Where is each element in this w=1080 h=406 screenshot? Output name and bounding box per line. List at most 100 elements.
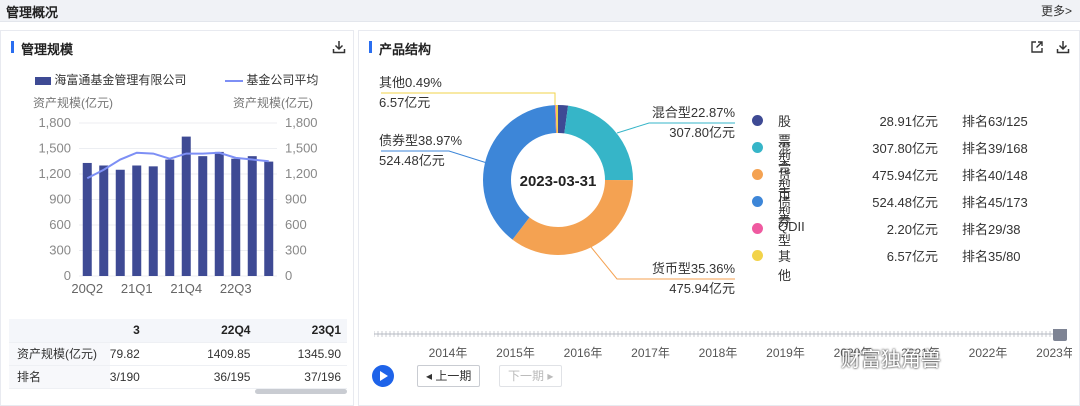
section-header: 管理概况 更多> [0,0,1080,22]
timeline-year-label: 2022年 [969,346,1008,360]
legend-dot-icon [752,142,763,153]
legend-dot-icon [752,196,763,207]
section-title: 管理概况 [6,5,59,20]
y-tick-left: 1,200 [38,166,71,181]
callout-label: 债券型38.97% [379,133,463,148]
table-cell: 79.82 [109,342,146,366]
table-header-cell [9,319,110,343]
table-row: 资产规模(亿元) 79.82 1409.85 1345.90 [9,342,347,366]
table-cell: 1345.90 [256,342,347,366]
timeline[interactable]: 2014年 2015年 2016年 2017年 2018年 2019年 2020年 2021年… [374,329,1072,369]
y-tick-right: 1,800 [285,115,318,130]
legend-item-rank: 排名35/80 [962,249,1021,264]
table-row: 排名 3/190 36/195 37/196 [9,365,347,389]
legend-bar-label: 海富通基金管理有限公司 [54,73,187,87]
bar [231,158,241,276]
y-tick-left: 900 [49,192,71,207]
legend-item-value: 6.57亿元 [886,249,938,264]
y-tick-right: 0 [285,268,292,283]
donut-slice [564,105,633,181]
legend-line-label: 基金公司平均 [246,73,319,87]
y-tick-right: 300 [285,243,307,258]
callout-label: 524.48亿元 [379,153,445,168]
more-link[interactable]: 更多> [1041,2,1072,19]
y-tick-left: 0 [64,268,71,283]
callout-label: 6.57亿元 [379,95,430,110]
next-period-label: 下一期 [508,369,545,383]
callout-label: 其他0.49% [379,75,442,90]
bar [99,165,109,276]
bar [264,161,274,276]
table-cell: 资产规模(亿元) [9,342,110,366]
table-header-cell: 22Q4 [145,319,257,343]
panel-title-structure: 产品结构 [369,39,431,58]
table-cell: 36/195 [145,365,257,389]
open-external-icon[interactable] [1029,39,1045,55]
legend-item-rank: 排名45/173 [962,195,1028,210]
timeline-year-label: 2015年 [496,346,535,360]
next-period-button[interactable]: 下一期 ▸ [499,365,563,387]
legend-dot-icon [752,115,763,126]
legend-item-rank: 排名39/168 [962,141,1028,156]
x-tick-label: 21Q4 [170,281,202,296]
y-tick-left: 600 [49,217,71,232]
watermark: 财富独角兽 [841,349,941,371]
legend-item-rank: 排名40/148 [962,168,1028,183]
legend-dot-icon [752,250,763,261]
callout-label: 混合型22.87% [652,105,736,120]
legend-item-value: 524.48亿元 [872,195,938,210]
legend-line-swatch [225,79,243,82]
timeline-year-label: 2019年 [766,346,805,360]
legend-dot-icon [752,169,763,180]
legend-item-value: 475.94亿元 [872,168,938,183]
legend-item-rank: 排名63/125 [962,114,1028,129]
bar [181,136,191,276]
table-header-cell: 3 [109,319,146,343]
y-tick-left: 1,500 [38,141,71,156]
bar [198,156,208,276]
table-scrollbar[interactable] [255,389,347,394]
y-tick-right: 900 [285,192,307,207]
y-tick-left: 1,800 [38,115,71,130]
legend-bar[interactable]: 海富通基金管理有限公司 [35,71,186,88]
bar [115,169,125,276]
bar [132,165,142,276]
play-button[interactable] [372,365,394,387]
download-icon[interactable] [1055,39,1071,55]
x-tick-label: 22Q3 [220,281,252,296]
donut-slice [512,180,633,256]
y-tick-right: 1,200 [285,166,318,181]
callout-label: 475.94亿元 [669,281,735,296]
legend-item-name: QDII [778,219,805,234]
legend-line[interactable]: 基金公司平均 [225,71,318,88]
structure-donut-chart: 2023-03-31 其他0.49% 6.57亿元混合型22.87% 307.80亿元… [379,75,736,296]
legend-bar-swatch [35,76,51,85]
prev-period-label: 上一期 [435,369,472,383]
callout-label: 货币型35.36% [652,261,736,276]
scale-chart: 0 0 300 300 600 600 900 900 1,200 1,200 1,500 1,500… [38,115,318,296]
prev-period-button[interactable]: ◂ 上一期 [417,365,481,387]
download-icon[interactable] [331,39,347,55]
timeline-year-label: 2014年 [429,346,468,360]
timeline-year-label: 2017年 [631,346,670,360]
left-axis-label: 资产规模(亿元) [33,96,113,110]
y-tick-right: 600 [285,217,307,232]
bar [247,156,257,276]
legend-item-name: 其他 [778,249,792,283]
table-header-row: 3 22Q4 23Q1 [9,319,347,343]
timeline-handle[interactable] [1053,329,1067,341]
callout-label: 307.80亿元 [669,125,735,140]
table-cell: 37/196 [256,365,347,389]
x-tick-label: 21Q1 [121,281,153,296]
legend-item-value: 307.80亿元 [872,141,938,156]
donut-center-label: 2023-03-31 [520,173,597,190]
bar [214,151,224,276]
scale-table: 3 22Q4 23Q1 资产规模(亿元) 79.82 1409.85 1345.… [9,319,347,389]
bar [165,159,175,276]
table-cell: 3/190 [109,365,146,389]
timeline-year-label: 2016年 [564,346,603,360]
table-header-cell: 23Q1 [256,319,347,343]
management-scale-panel: 管理规模 海富通基金管理有限公司 基金公司平均 资产规模(亿元) 资产规模(亿元… [0,30,354,406]
timeline-year-label: 2018年 [699,346,738,360]
legend-dot-icon [752,223,763,234]
